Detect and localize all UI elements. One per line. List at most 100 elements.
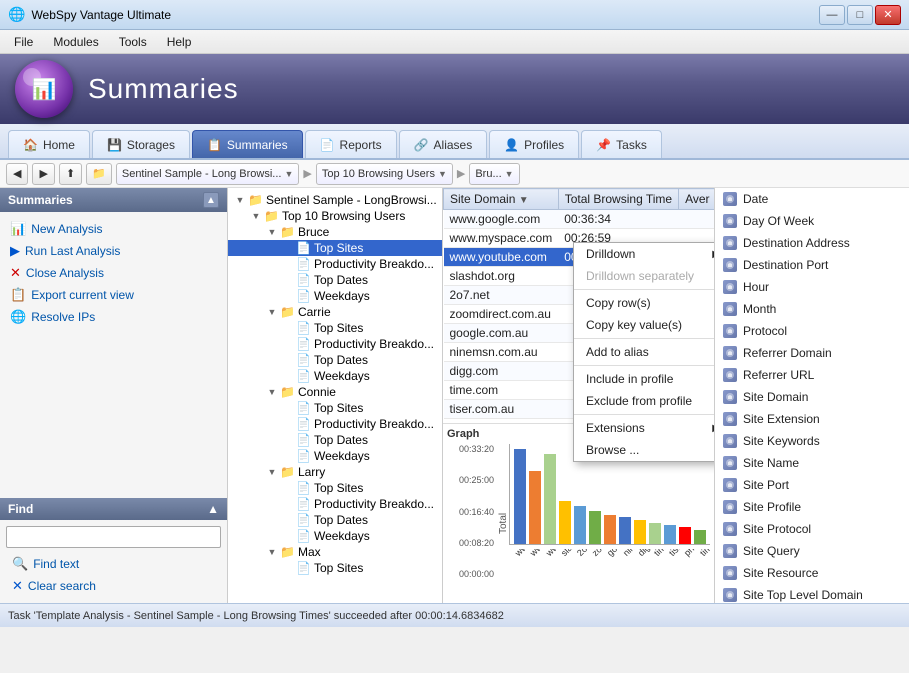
drill-item-hour[interactable]: Hour: [715, 276, 909, 298]
ctx-copy-rows[interactable]: Copy row(s): [574, 292, 714, 314]
drill-item-site-resource[interactable]: Site Resource: [715, 562, 909, 584]
menu-file[interactable]: File: [4, 33, 43, 51]
close-button[interactable]: ✕: [875, 5, 901, 25]
tab-tasks[interactable]: 📌 Tasks: [581, 130, 662, 158]
bar-7[interactable]: [619, 517, 631, 544]
bar-1[interactable]: [529, 471, 541, 544]
tree-item-carrie-prod[interactable]: 📄 Productivity Breakdo...: [228, 336, 442, 352]
export-view-action[interactable]: 📋 Export current view: [4, 284, 223, 306]
tab-aliases[interactable]: 🔗 Aliases: [399, 130, 488, 158]
bar-0[interactable]: [514, 449, 526, 544]
ctx-copy-key[interactable]: Copy key value(s): [574, 314, 714, 336]
menu-help[interactable]: Help: [157, 33, 202, 51]
menu-tools[interactable]: Tools: [109, 33, 157, 51]
tree-item-bruce-weekdays[interactable]: 📄 Weekdays: [228, 288, 442, 304]
tree-item-larry-top-sites[interactable]: 📄 Top Sites: [228, 480, 442, 496]
drill-item-dest-address[interactable]: Destination Address: [715, 232, 909, 254]
tree-item-connie-prod[interactable]: 📄 Productivity Breakdo...: [228, 416, 442, 432]
drill-item-site-protocol[interactable]: Site Protocol: [715, 518, 909, 540]
bar-11[interactable]: [679, 527, 691, 544]
tree-item-max-top-sites[interactable]: 📄 Top Sites: [228, 560, 442, 576]
tree-item-connie[interactable]: ▼ 📁 Connie: [228, 384, 442, 400]
drill-item-site-top-level[interactable]: Site Top Level Domain: [715, 584, 909, 603]
drill-item-month[interactable]: Month: [715, 298, 909, 320]
find-text-action[interactable]: 🔍 Find text: [6, 553, 221, 575]
drill-item-dest-port[interactable]: Destination Port: [715, 254, 909, 276]
ctx-add-alias[interactable]: Add to alias: [574, 341, 714, 363]
tab-reports[interactable]: 📄 Reports: [305, 130, 397, 158]
drill-item-site-keywords[interactable]: Site Keywords: [715, 430, 909, 452]
ctx-include-profile[interactable]: Include in profile: [574, 368, 714, 390]
drill-item-date[interactable]: Date: [715, 188, 909, 210]
new-analysis-action[interactable]: 📊 New Analysis: [4, 218, 223, 240]
tree-item-top10-users[interactable]: ▼ 📁 Top 10 Browsing Users: [228, 208, 442, 224]
tree-item-bruce-top-sites[interactable]: 📄 Top Sites: [228, 240, 442, 256]
drill-item-site-port[interactable]: Site Port: [715, 474, 909, 496]
maximize-button[interactable]: □: [847, 5, 873, 25]
tree-item-max[interactable]: ▼ 📁 Max: [228, 544, 442, 560]
bar-6[interactable]: [604, 515, 616, 544]
drill-item-site-name[interactable]: Site Name: [715, 452, 909, 474]
ctx-browse[interactable]: Browse ...: [574, 439, 714, 461]
bar-4[interactable]: [574, 506, 586, 544]
ctx-exclude-profile[interactable]: Exclude from profile: [574, 390, 714, 412]
minimize-button[interactable]: —: [819, 5, 845, 25]
tab-summaries[interactable]: 📋 Summaries: [192, 130, 303, 158]
tree-item-larry-prod[interactable]: 📄 Productivity Breakdo...: [228, 496, 442, 512]
tree-item-connie-weekdays[interactable]: 📄 Weekdays: [228, 448, 442, 464]
bar-5[interactable]: [589, 511, 601, 544]
menu-modules[interactable]: Modules: [43, 33, 108, 51]
drill-item-site-query[interactable]: Site Query: [715, 540, 909, 562]
tree-item-larry-weekdays[interactable]: 📄 Weekdays: [228, 528, 442, 544]
tree-item-connie-dates[interactable]: 📄 Top Dates: [228, 432, 442, 448]
breadcrumb-top10[interactable]: Top 10 Browsing Users ▼: [316, 163, 453, 185]
resolve-ips-action[interactable]: 🌐 Resolve IPs: [4, 306, 223, 328]
ctx-extensions[interactable]: Extensions ▶: [574, 417, 714, 439]
tree-item-connie-top-sites[interactable]: 📄 Top Sites: [228, 400, 442, 416]
tree-item-bruce[interactable]: ▼ 📁 Bruce: [228, 224, 442, 240]
drill-item-protocol[interactable]: Protocol: [715, 320, 909, 342]
col-average[interactable]: Aver: [679, 189, 714, 210]
tree-item-larry-dates[interactable]: 📄 Top Dates: [228, 512, 442, 528]
drill-item-site-domain[interactable]: Site Domain: [715, 386, 909, 408]
tree-item-carrie-top-sites[interactable]: 📄 Top Sites: [228, 320, 442, 336]
find-collapse-btn[interactable]: ▲: [207, 502, 219, 516]
breadcrumb-bruce[interactable]: Bru... ▼: [469, 163, 519, 185]
ctx-drilldown[interactable]: Drilldown ▶: [574, 243, 714, 265]
breadcrumb-sentinel[interactable]: Sentinel Sample - Long Browsi... ▼: [116, 163, 300, 185]
drill-item-day-of-week[interactable]: Day Of Week: [715, 210, 909, 232]
tab-profiles[interactable]: 👤 Profiles: [489, 130, 579, 158]
run-last-action[interactable]: ▶ Run Last Analysis: [4, 240, 223, 262]
bar-12[interactable]: [694, 530, 706, 544]
tab-home[interactable]: 🏠 Home: [8, 130, 90, 158]
drill-item-site-profile[interactable]: Site Profile: [715, 496, 909, 518]
tab-storages[interactable]: 💾 Storages: [92, 130, 190, 158]
drill-item-referrer-domain[interactable]: Referrer Domain: [715, 342, 909, 364]
close-analysis-action[interactable]: ✕ Close Analysis: [4, 262, 223, 284]
table-row[interactable]: www.google.com 00:36:34: [444, 210, 715, 229]
bar-8[interactable]: [634, 520, 646, 544]
bar-3[interactable]: [559, 501, 571, 544]
tree-item-bruce-dates[interactable]: 📄 Top Dates: [228, 272, 442, 288]
bar-10[interactable]: [664, 525, 676, 544]
col-total-time[interactable]: Total Browsing Time: [558, 189, 678, 210]
find-text-input[interactable]: [6, 526, 221, 548]
drill-item-referrer-url[interactable]: Referrer URL: [715, 364, 909, 386]
bar-9[interactable]: [649, 523, 661, 544]
clear-search-action[interactable]: ✕ Clear search: [6, 575, 221, 597]
col-site-domain[interactable]: Site Domain ▼: [444, 189, 559, 210]
bar-2[interactable]: [544, 454, 556, 544]
cell-site-domain: slashdot.org: [444, 267, 559, 286]
home-icon: 🏠: [23, 138, 38, 152]
tree-item-larry[interactable]: ▼ 📁 Larry: [228, 464, 442, 480]
tree-item-sentinel-root[interactable]: ▼ 📁 Sentinel Sample - LongBrowsi...: [228, 192, 442, 208]
tree-item-carrie[interactable]: ▼ 📁 Carrie: [228, 304, 442, 320]
nav-back[interactable]: ◀: [6, 163, 28, 185]
tree-item-bruce-prod[interactable]: 📄 Productivity Breakdo...: [228, 256, 442, 272]
nav-forward[interactable]: ▶: [32, 163, 54, 185]
panel-collapse-btn[interactable]: ▲: [203, 192, 219, 208]
tree-item-carrie-dates[interactable]: 📄 Top Dates: [228, 352, 442, 368]
tree-item-carrie-weekdays[interactable]: 📄 Weekdays: [228, 368, 442, 384]
drill-item-site-extension[interactable]: Site Extension: [715, 408, 909, 430]
nav-up[interactable]: ⬆: [59, 163, 82, 185]
